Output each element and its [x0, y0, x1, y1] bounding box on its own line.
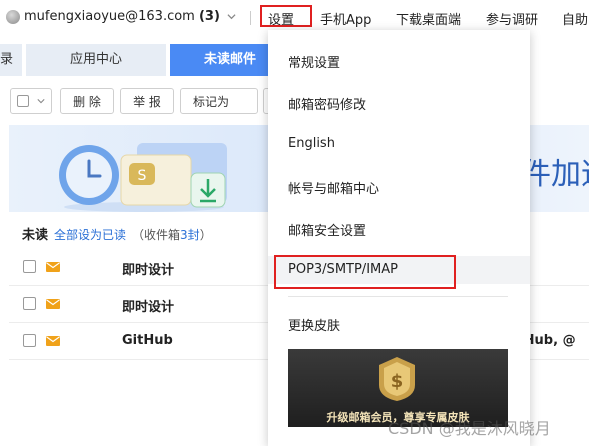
- coin-icon: $: [379, 357, 415, 401]
- menu-item-security-settings[interactable]: 邮箱安全设置: [288, 220, 366, 239]
- svg-text:$: $: [391, 371, 404, 392]
- envelope-icon: [46, 299, 60, 309]
- mark-as-button[interactable]: 标记为: [180, 88, 258, 114]
- account-name[interactable]: mufengxiaoyue@163.com: [24, 9, 195, 24]
- mail-checkbox[interactable]: [23, 260, 36, 273]
- unread-title: 未读: [22, 228, 49, 243]
- report-button[interactable]: 举 报: [120, 88, 174, 114]
- avatar[interactable]: [6, 10, 20, 24]
- menu-item-general-settings[interactable]: 常规设置: [288, 52, 340, 71]
- mail-sender: GitHub: [122, 333, 173, 348]
- menu-item-pop3-smtp-imap[interactable]: POP3/SMTP/IMAP: [268, 255, 530, 289]
- menu-item-account-center[interactable]: 帐号与邮箱中心: [288, 178, 379, 197]
- delete-button[interactable]: 删 除: [60, 88, 114, 114]
- menu-item-english[interactable]: English: [288, 136, 335, 151]
- self-service-link[interactable]: 自助: [562, 9, 588, 28]
- select-all-checkbox[interactable]: [17, 95, 29, 107]
- mail-sender: 即时设计: [122, 300, 175, 315]
- tab-app-center[interactable]: 应用中心: [26, 44, 166, 76]
- divider: [288, 296, 508, 297]
- settings-link[interactable]: 设置: [259, 5, 313, 28]
- survey-link[interactable]: 参与调研: [486, 9, 538, 28]
- inbox-prefix: （收件箱: [132, 228, 181, 242]
- mark-all-read-link[interactable]: 全部设为已读: [54, 228, 126, 242]
- inbox-suffix: ）: [199, 228, 212, 242]
- mail-sender: 即时设计: [122, 263, 175, 278]
- menu-item-change-password[interactable]: 邮箱密码修改: [288, 94, 366, 113]
- inbox-count-link[interactable]: 3封: [180, 228, 200, 242]
- svg-text:S: S: [138, 168, 147, 184]
- mail-checkbox[interactable]: [23, 334, 36, 347]
- tab-record[interactable]: 录: [0, 44, 22, 76]
- menu-item-change-skin[interactable]: 更换皮肤: [288, 315, 340, 334]
- unread-summary: 未读 全部设为已读 （收件箱3封）: [22, 224, 212, 243]
- mobile-app-link[interactable]: 手机App: [320, 9, 371, 28]
- chevron-down-icon[interactable]: [227, 12, 236, 21]
- account-unread-count: (3): [198, 9, 220, 24]
- menu-item-label: POP3/SMTP/IMAP: [288, 262, 398, 277]
- account-label[interactable]: mufengxiaoyue@163.com (3): [24, 9, 220, 24]
- watermark: CSDN @我是沐风晓月: [388, 419, 551, 438]
- clock-download-illustration: S: [59, 143, 227, 212]
- settings-dropdown-menu: 常规设置 邮箱密码修改 English 帐号与邮箱中心 邮箱安全设置 POP3/…: [268, 30, 530, 446]
- envelope-icon: [46, 262, 60, 272]
- envelope-icon: [46, 336, 60, 346]
- mail-toolbar: 删 除 举 报 标记为: [0, 86, 283, 116]
- mail-checkbox[interactable]: [23, 297, 36, 310]
- select-all-dropdown[interactable]: [10, 88, 52, 114]
- banner-text: 件加速: [521, 157, 589, 192]
- desktop-download-link[interactable]: 下载桌面端: [396, 9, 461, 28]
- chevron-down-icon: [37, 99, 45, 104]
- divider: [250, 11, 251, 25]
